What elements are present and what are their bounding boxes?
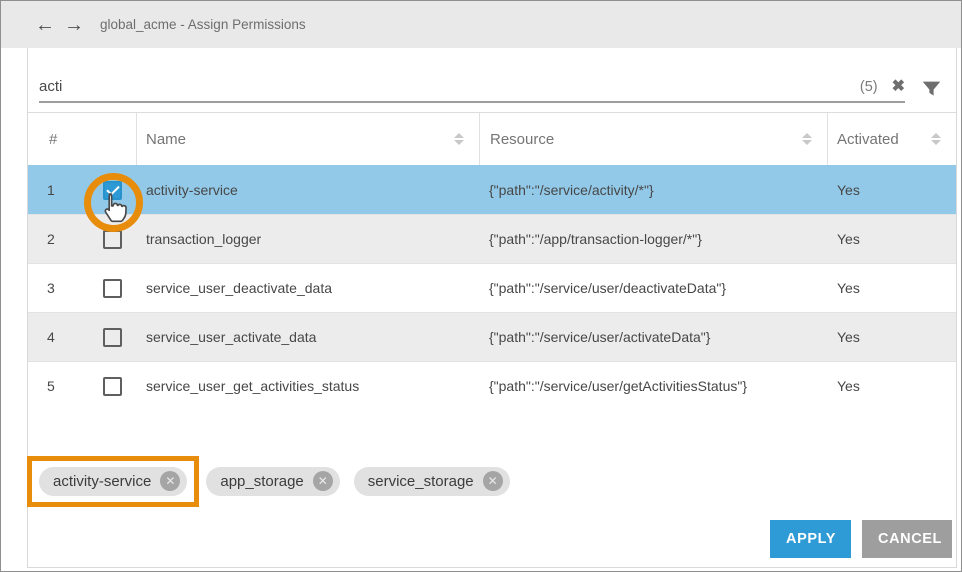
permissions-card: (5) ✖ # Name Resource Activ bbox=[27, 48, 957, 568]
cell-name: service_user_deactivate_data bbox=[136, 264, 479, 312]
column-header-name[interactable]: Name bbox=[136, 113, 479, 165]
page-title: global_acme - Assign Permissions bbox=[100, 17, 306, 32]
table-row-service-user-deactivate-data[interactable]: 3 service_user_deactivate_data {"path":"… bbox=[28, 263, 956, 312]
search-bar: (5) ✖ bbox=[28, 48, 956, 113]
table-row-service-user-activate-data[interactable]: 4 service_user_activate_data {"path":"/s… bbox=[28, 312, 956, 361]
chip-label: activity-service bbox=[53, 473, 151, 490]
sort-icon[interactable] bbox=[802, 133, 812, 145]
cell-activated: Yes bbox=[827, 166, 956, 214]
chip-remove-icon[interactable]: ✕ bbox=[160, 471, 180, 491]
cell-name: service_user_get_activities_status bbox=[136, 362, 479, 410]
selected-permissions-list: activity-service ✕ app_storage ✕ service… bbox=[28, 455, 956, 507]
chip-label: app_storage bbox=[220, 473, 303, 490]
row-number: 5 bbox=[47, 378, 76, 394]
back-arrow-icon[interactable]: ← bbox=[35, 15, 55, 35]
column-header-resource[interactable]: Resource bbox=[479, 113, 827, 165]
apply-button[interactable]: APPLY bbox=[770, 520, 851, 558]
row-number: 1 bbox=[47, 182, 76, 198]
cell-resource: {"path":"/app/transaction-logger/*"} bbox=[479, 215, 827, 263]
cell-name: service_user_activate_data bbox=[136, 313, 479, 361]
table-header: # Name Resource Activated bbox=[28, 113, 956, 165]
column-header-activated[interactable]: Activated bbox=[827, 113, 956, 165]
cell-activated: Yes bbox=[827, 362, 956, 410]
cell-resource: {"path":"/service/user/getActivitiesStat… bbox=[479, 362, 827, 410]
forward-arrow-icon[interactable]: → bbox=[64, 15, 84, 35]
row-checkbox[interactable] bbox=[103, 328, 122, 347]
cell-activated: Yes bbox=[827, 264, 956, 312]
sort-icon[interactable] bbox=[931, 133, 941, 145]
table-row-activity-service[interactable]: 1 activity-service {"path":"/service/act… bbox=[28, 165, 956, 214]
row-number: 2 bbox=[47, 231, 76, 247]
cell-activated: Yes bbox=[827, 215, 956, 263]
chip-label: service_storage bbox=[368, 473, 474, 490]
chip-app-storage: app_storage ✕ bbox=[206, 467, 339, 496]
row-checkbox[interactable] bbox=[103, 377, 122, 396]
result-count: (5) bbox=[860, 79, 878, 95]
row-checkbox[interactable] bbox=[103, 279, 122, 298]
row-checkbox[interactable] bbox=[103, 230, 122, 249]
clear-search-icon[interactable]: ✖ bbox=[892, 79, 905, 95]
table-row-transaction-logger[interactable]: 2 transaction_logger {"path":"/app/trans… bbox=[28, 214, 956, 263]
row-number: 4 bbox=[47, 329, 76, 345]
cancel-button[interactable]: CANCEL bbox=[862, 520, 952, 558]
dialog-actions: APPLY CANCEL bbox=[770, 520, 952, 558]
chip-activity-service: activity-service ✕ bbox=[39, 467, 187, 496]
filter-icon[interactable] bbox=[921, 79, 942, 100]
titlebar: ← → global_acme - Assign Permissions bbox=[1, 1, 961, 48]
cell-resource: {"path":"/service/user/activateData"} bbox=[479, 313, 827, 361]
sort-icon[interactable] bbox=[454, 133, 464, 145]
chip-remove-icon[interactable]: ✕ bbox=[313, 471, 333, 491]
row-number: 3 bbox=[47, 280, 76, 296]
assign-permissions-dialog: ← → global_acme - Assign Permissions (5)… bbox=[0, 0, 962, 572]
chip-remove-icon[interactable]: ✕ bbox=[483, 471, 503, 491]
cell-name: activity-service bbox=[136, 166, 479, 214]
table-row-service-user-get-activities-status[interactable]: 5 service_user_get_activities_status {"p… bbox=[28, 361, 956, 410]
cell-resource: {"path":"/service/activity/*"} bbox=[479, 166, 827, 214]
column-header-number: # bbox=[28, 113, 136, 165]
search-field: (5) ✖ bbox=[39, 78, 905, 103]
cell-name: transaction_logger bbox=[136, 215, 479, 263]
cell-resource: {"path":"/service/user/deactivateData"} bbox=[479, 264, 827, 312]
cell-activated: Yes bbox=[827, 313, 956, 361]
search-input[interactable] bbox=[39, 78, 860, 95]
row-checkbox[interactable] bbox=[103, 181, 122, 200]
annotation-rectangle: activity-service ✕ bbox=[27, 456, 199, 507]
chip-service-storage: service_storage ✕ bbox=[354, 467, 510, 496]
